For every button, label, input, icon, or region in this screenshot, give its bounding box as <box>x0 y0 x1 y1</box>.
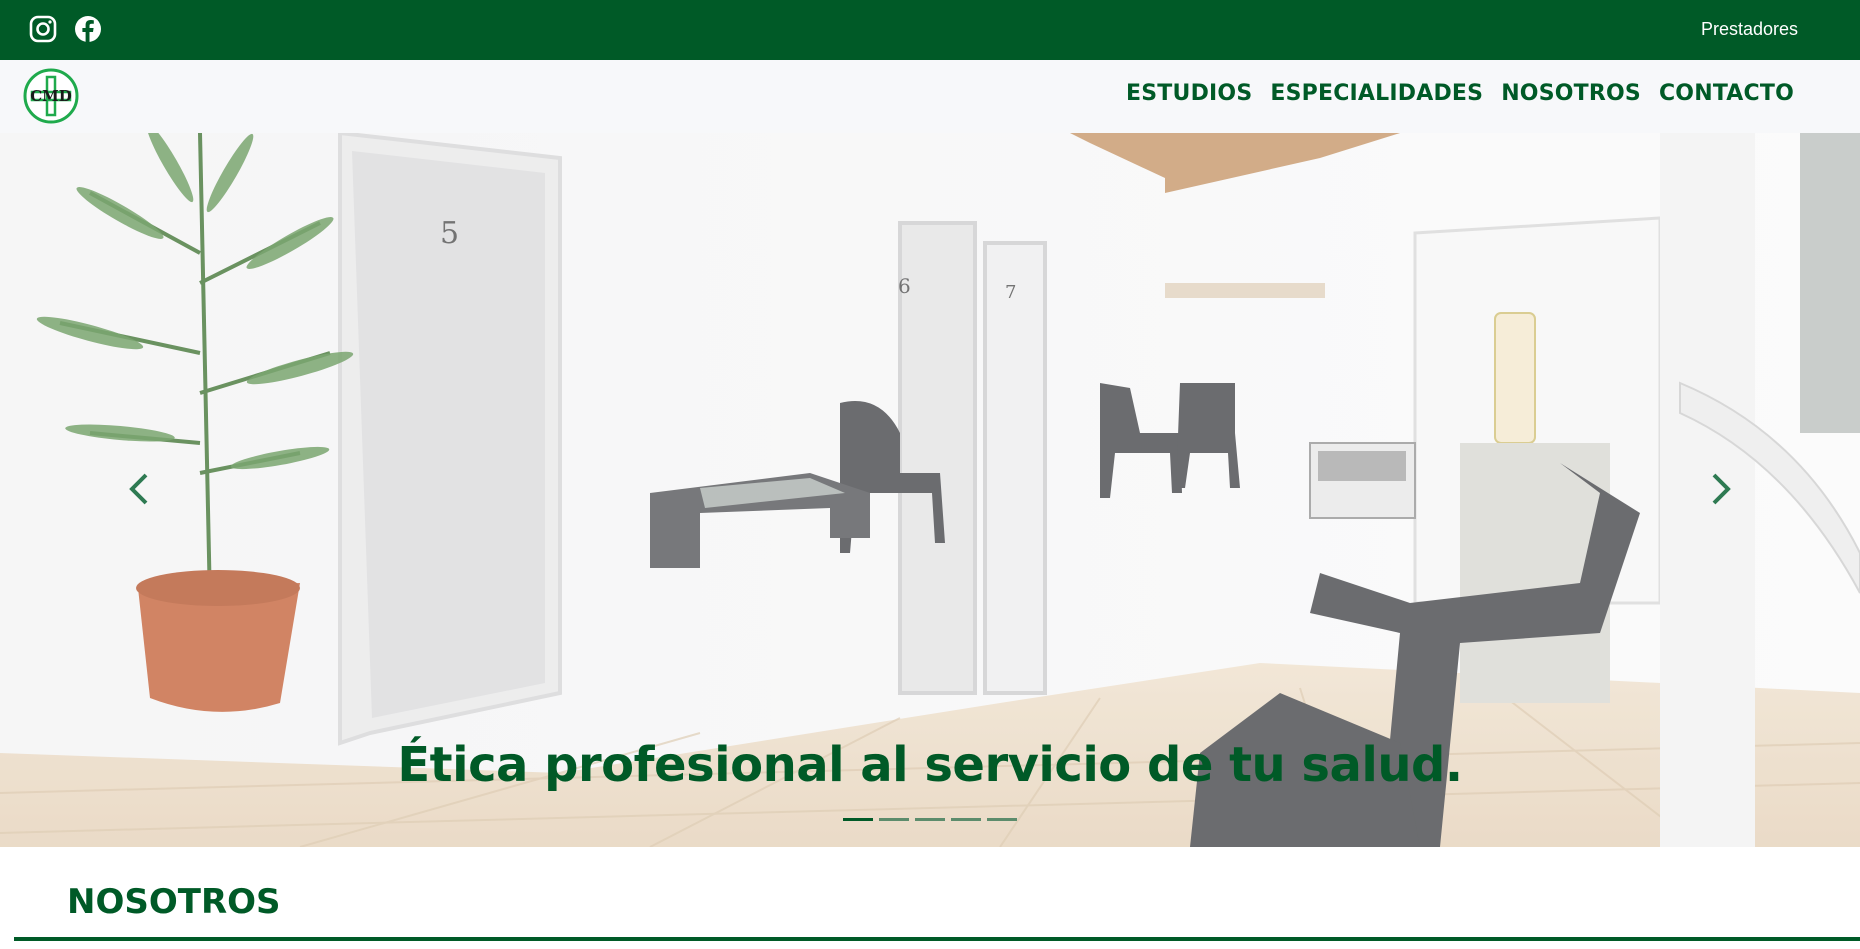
facebook-icon[interactable] <box>73 14 103 44</box>
carousel-indicator[interactable] <box>843 818 873 821</box>
svg-text:CMD: CMD <box>30 87 72 105</box>
hero-caption: Ética profesional al servicio de tu salu… <box>397 737 1463 793</box>
top-bar: Prestadores <box>0 0 1860 60</box>
section-title-nosotros: NOSOTROS <box>67 882 281 922</box>
nav-contacto[interactable]: CONTACTO <box>1659 81 1794 106</box>
chevron-right-icon[interactable] <box>1706 469 1736 509</box>
main-menu: ESTUDIOS ESPECIALIDADES NOSOTROS CONTACT… <box>1126 81 1794 106</box>
nav-estudios[interactable]: ESTUDIOS <box>1126 81 1252 106</box>
nav-especialidades[interactable]: ESPECIALIDADES <box>1270 81 1483 106</box>
chevron-left-icon[interactable] <box>124 469 154 509</box>
carousel-indicators <box>843 818 1017 821</box>
nav-nosotros[interactable]: NOSOTROS <box>1501 81 1641 106</box>
cmd-logo[interactable]: CMD <box>22 67 80 125</box>
prestadores-link[interactable]: Prestadores <box>1701 19 1798 40</box>
instagram-icon[interactable] <box>28 14 58 44</box>
carousel-indicator[interactable] <box>987 818 1017 821</box>
section-divider <box>14 937 1860 941</box>
carousel-indicator[interactable] <box>915 818 945 821</box>
carousel-indicator[interactable] <box>879 818 909 821</box>
carousel-indicator[interactable] <box>951 818 981 821</box>
